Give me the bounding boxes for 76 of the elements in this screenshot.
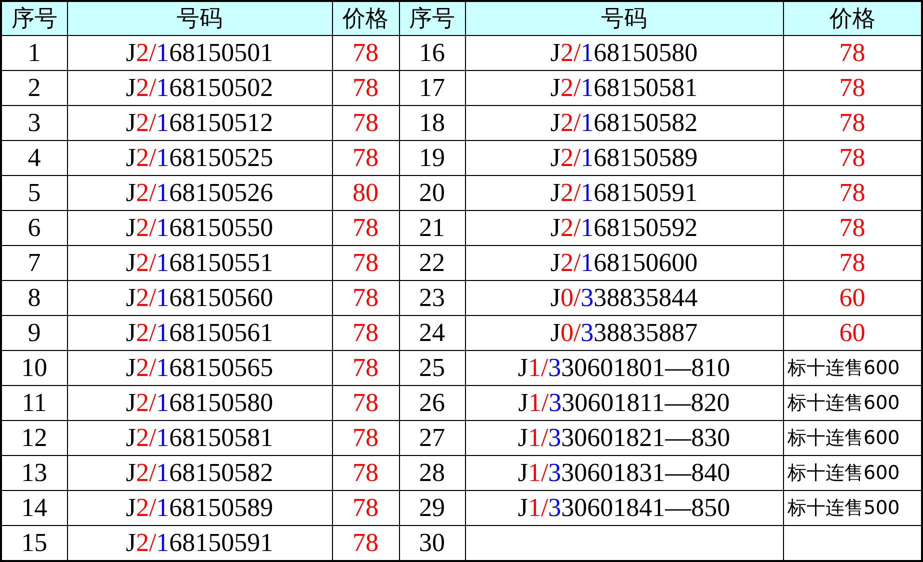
table-cell: J2/168150591 — [465, 176, 783, 210]
table-cell: 6 — [1, 210, 67, 246]
table-cell: 25 — [399, 350, 465, 386]
table-cell: 26 — [399, 386, 465, 420]
column-header: 价格 — [783, 1, 922, 36]
table-cell: 78 — [332, 140, 399, 176]
table-cell: 78 — [332, 280, 399, 316]
table-cell: J2/168150550 — [67, 210, 332, 246]
table-cell: 24 — [399, 316, 465, 350]
table-cell: 78 — [332, 316, 399, 350]
table-cell: 78 — [332, 386, 399, 420]
table-cell: 18 — [399, 106, 465, 140]
table-cell: J2/168150592 — [465, 210, 783, 246]
table-cell: J2/168150501 — [67, 36, 332, 70]
table-cell: J0/338835844 — [465, 280, 783, 316]
table-cell: J2/168150589 — [67, 490, 332, 526]
table-cell: J0/338835887 — [465, 316, 783, 350]
table-cell: J2/168150560 — [67, 280, 332, 316]
table-cell: 78 — [332, 350, 399, 386]
table-cell: J2/168150581 — [67, 420, 332, 456]
table-cell: J1/330601801—810 — [465, 350, 783, 386]
column-header: 号码 — [465, 1, 783, 36]
column-header: 序号 — [399, 1, 465, 36]
table-cell: 23 — [399, 280, 465, 316]
table-cell: 78 — [332, 456, 399, 490]
table-cell: J2/168150589 — [465, 140, 783, 176]
table-cell: 21 — [399, 210, 465, 246]
table-cell: J2/168150525 — [67, 140, 332, 176]
table-cell: J1/330601831—840 — [465, 456, 783, 490]
table-cell: J2/168150502 — [67, 70, 332, 106]
table-cell: J2/168150561 — [67, 316, 332, 350]
table-cell: J2/168150551 — [67, 246, 332, 280]
table-cell: J1/330601821—830 — [465, 420, 783, 456]
table-cell: 22 — [399, 246, 465, 280]
table-cell: 27 — [399, 420, 465, 456]
table-cell: 78 — [332, 70, 399, 106]
table-cell: J2/168150582 — [465, 106, 783, 140]
table-cell: J2/168150582 — [67, 456, 332, 490]
table-cell: 29 — [399, 490, 465, 526]
table-cell: 11 — [1, 386, 67, 420]
table-cell: 78 — [332, 420, 399, 456]
column-header: 序号 — [1, 1, 67, 36]
table-cell: J2/168150581 — [465, 70, 783, 106]
table-cell: 3 — [1, 106, 67, 140]
table-cell: 9 — [1, 316, 67, 350]
table-cell: 7 — [1, 246, 67, 280]
table-cell: 19 — [399, 140, 465, 176]
table-cell: J2/168150565 — [67, 350, 332, 386]
table-cell: J2/168150600 — [465, 246, 783, 280]
table-cell: 20 — [399, 176, 465, 210]
table-cell: 80 — [332, 176, 399, 210]
table-cell: 16 — [399, 36, 465, 70]
column-header: 号码 — [67, 1, 332, 36]
table-cell: 78 — [332, 36, 399, 70]
table-cell: J2/168150580 — [465, 36, 783, 70]
table-cell: 17 — [399, 70, 465, 106]
table-cell: 13 — [1, 456, 67, 490]
table-cell: 4 — [1, 140, 67, 176]
table-cell: J2/168150526 — [67, 176, 332, 210]
table-cell: 78 — [332, 490, 399, 526]
table-cell: 8 — [1, 280, 67, 316]
table-cell: 12 — [1, 420, 67, 456]
table-cell: 2 — [1, 70, 67, 106]
table-cell: J1/330601841—850 — [465, 490, 783, 526]
table-cell: 14 — [1, 490, 67, 526]
table-cell: J1/330601811—820 — [465, 386, 783, 420]
table-cell: 28 — [399, 456, 465, 490]
table-cell: 78 — [332, 210, 399, 246]
table-cell: 5 — [1, 176, 67, 210]
column-header: 价格 — [332, 1, 399, 36]
table-cell: 78 — [332, 246, 399, 280]
table-cell: 78 — [332, 106, 399, 140]
table-cell: J2/168150512 — [67, 106, 332, 140]
table-cell: 10 — [1, 350, 67, 386]
table-cell: 1 — [1, 36, 67, 70]
table-cell: J2/168150580 — [67, 386, 332, 420]
